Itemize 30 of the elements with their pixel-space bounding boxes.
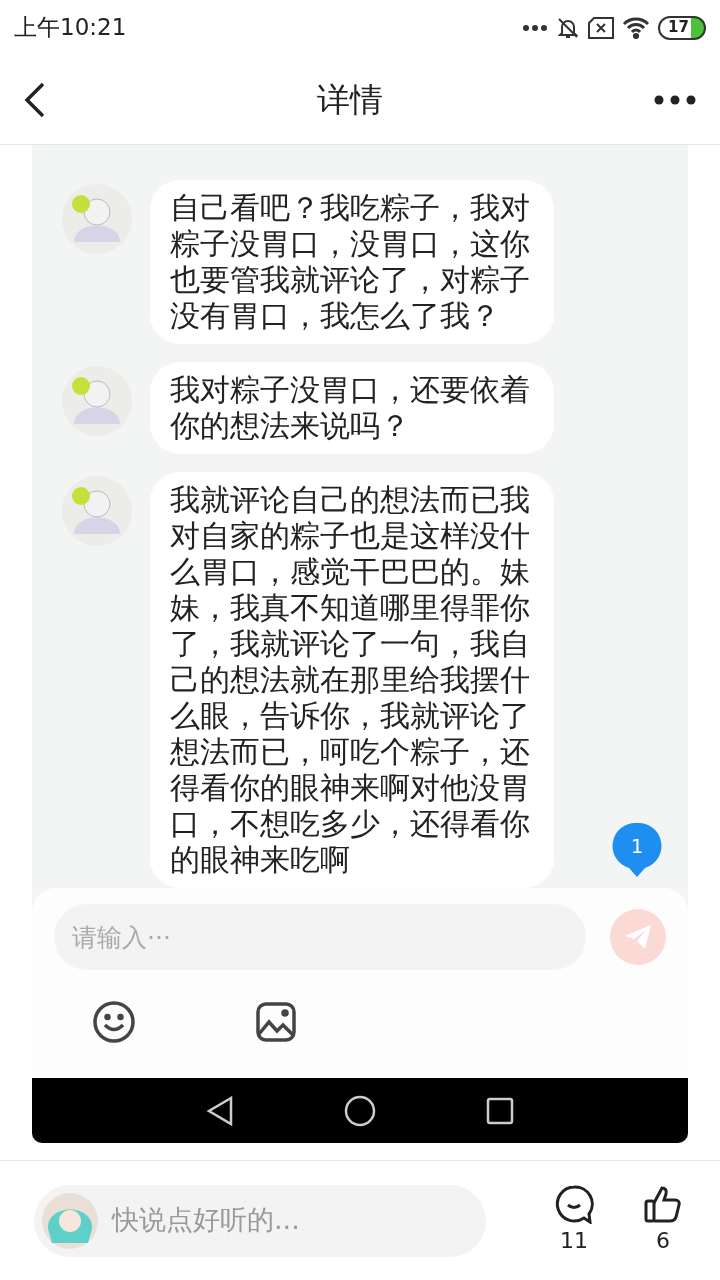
avatar bbox=[62, 476, 132, 546]
user-avatar bbox=[42, 1192, 98, 1249]
message-input[interactable]: 请输入··· bbox=[54, 904, 586, 970]
send-icon bbox=[623, 923, 653, 951]
avatar bbox=[62, 366, 132, 436]
nav-back-icon[interactable] bbox=[206, 1094, 234, 1127]
message-bubble: 自己看吧？我吃粽子，我对粽子没胃口，没胃口，这你也要管我就评论了，对粽子没有胃口，我怎么了我？ bbox=[150, 180, 554, 344]
message-bubble: 我对粽子没胃口，还要依着你的想法来说吗？ bbox=[150, 362, 554, 454]
wifi-icon bbox=[622, 16, 650, 39]
comment-count: 11 bbox=[560, 1227, 588, 1255]
more-icon[interactable] bbox=[654, 94, 696, 105]
comment-placeholder: 快说点好听的... bbox=[112, 1203, 300, 1238]
nav-recents-icon[interactable] bbox=[486, 1096, 514, 1125]
more-dots-icon bbox=[522, 23, 548, 32]
emoji-icon[interactable] bbox=[92, 1000, 136, 1044]
comment-field[interactable]: 快说点好听的... bbox=[34, 1184, 486, 1257]
sim-error-icon bbox=[588, 16, 614, 39]
like-count: 6 bbox=[656, 1227, 670, 1255]
nav-home-icon[interactable] bbox=[344, 1094, 376, 1127]
battery-level: 17 bbox=[668, 17, 689, 39]
back-icon[interactable] bbox=[24, 81, 46, 118]
message-bubble: 我就评论自己的想法而已我对自家的粽子也是这样没什么胃口，感觉干巴巴的。妹妹，我真不知道哪里得罪你了，我就评论了一句，我自己的想法就在那里给我摆什么眼，告诉你，我就评论了想法而已，呵吃个粽子，还得看你的眼神来啊对他没胃口，不想吃多少，还得看你的眼神来吃啊 bbox=[150, 472, 554, 888]
avatar bbox=[62, 184, 132, 254]
comment-icon[interactable] bbox=[554, 1184, 594, 1224]
thumbs-up-icon[interactable] bbox=[644, 1184, 682, 1224]
status-time: 上午10:21 bbox=[14, 13, 127, 43]
image-icon[interactable] bbox=[256, 1002, 296, 1042]
page-title: 详情 bbox=[317, 78, 383, 121]
unread-badge[interactable]: 1 bbox=[612, 821, 662, 879]
muted-bell-icon bbox=[556, 15, 580, 40]
